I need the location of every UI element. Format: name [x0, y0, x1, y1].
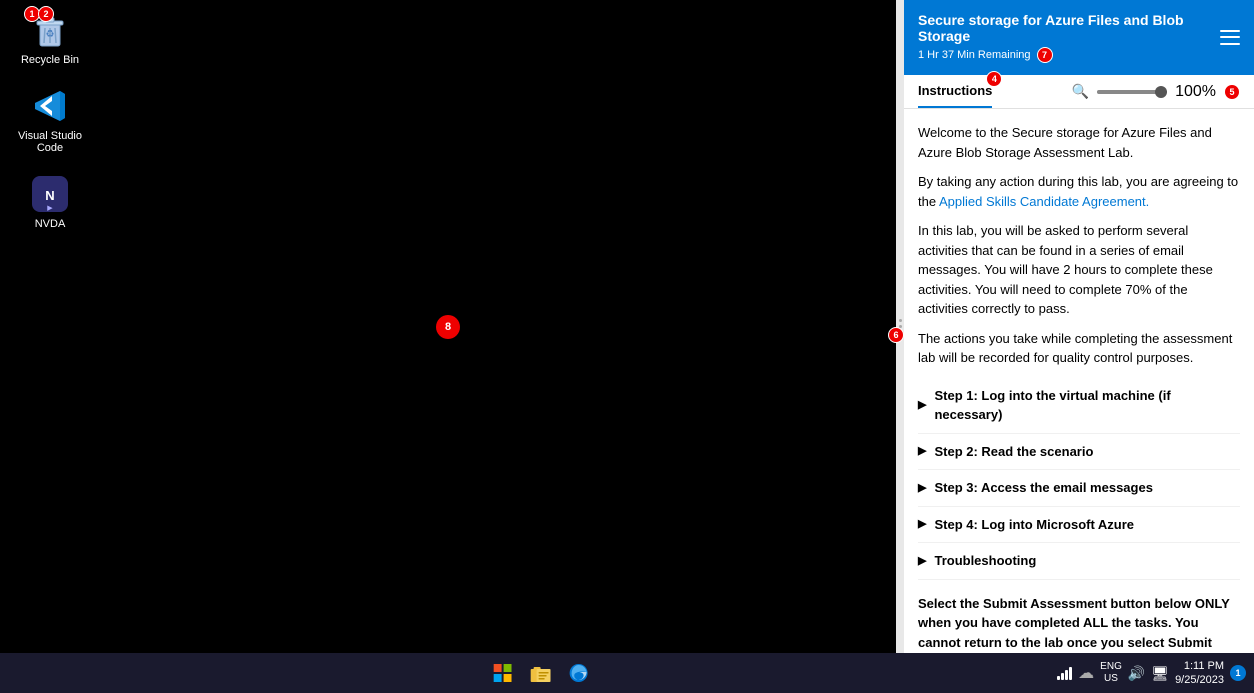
warning-text: Select the Submit Assessment button belo… — [918, 596, 1230, 654]
intro-paragraph: Welcome to the Secure storage for Azure … — [918, 123, 1240, 162]
tab-instructions[interactable]: Instructions 4 — [918, 75, 992, 108]
notification-badge[interactable]: 1 — [1230, 665, 1246, 681]
step-2[interactable]: ▶ Step 2: Read the scenario — [918, 434, 1240, 471]
agreement-link[interactable]: Applied Skills Candidate Agreement. — [939, 194, 1149, 209]
step-4-arrow: ▶ — [918, 516, 926, 533]
cloud-icon: ☁ — [1078, 663, 1094, 683]
troubleshooting-arrow: ▶ — [918, 553, 926, 570]
recycle-bin-icon[interactable]: 1 2 ♻ Recycle Bin — [10, 10, 90, 66]
resize-dot — [899, 319, 902, 322]
svg-text:♻: ♻ — [46, 29, 55, 40]
time-remaining: 1 Hr 37 Min Remaining — [918, 49, 1031, 61]
step-3[interactable]: ▶ Step 3: Access the email messages — [918, 470, 1240, 507]
troubleshooting-label: Troubleshooting — [934, 551, 1036, 571]
windows-start-button[interactable] — [487, 657, 519, 689]
taskbar-right: ☁ ENGUS 🔊 🖥 1:11 PM 9/25/2023 1 — [1057, 659, 1246, 688]
agreement-paragraph: By taking any action during this lab, yo… — [918, 172, 1240, 211]
zoom-slider[interactable] — [1097, 90, 1167, 94]
language-text: ENGUS — [1100, 661, 1122, 685]
speaker-icon[interactable]: 🔊 — [1128, 665, 1145, 682]
activities-paragraph: In this lab, you will be asked to perfor… — [918, 221, 1240, 319]
step-4-label: Step 4: Log into Microsoft Azure — [934, 515, 1134, 535]
taskbar: ☁ ENGUS 🔊 🖥 1:11 PM 9/25/2023 1 — [0, 653, 1254, 693]
badge-6: 6 — [888, 327, 904, 343]
display-icon[interactable]: 🖥 — [1151, 665, 1169, 682]
nvda-label: NVDA — [35, 218, 66, 230]
recycle-bin-label: Recycle Bin — [21, 54, 79, 66]
step-1-label: Step 1: Log into the virtual machine (if… — [934, 386, 1240, 425]
nvda-icon[interactable]: N ▶ NVDA — [10, 174, 90, 230]
current-time: 1:11 PM — [1184, 659, 1224, 673]
badge-8: 8 — [436, 315, 460, 339]
zoom-thumb[interactable] — [1155, 86, 1167, 98]
panel-tabs: Instructions 4 🔍 100% 5 — [904, 75, 1254, 109]
zoom-percent: 100% — [1175, 83, 1216, 101]
current-date: 9/25/2023 — [1175, 673, 1224, 687]
svg-text:N: N — [45, 188, 54, 203]
svg-text:▶: ▶ — [47, 205, 53, 212]
signal-bars-icon — [1057, 666, 1072, 680]
file-explorer-button[interactable] — [525, 657, 557, 689]
step-2-label: Step 2: Read the scenario — [934, 442, 1093, 462]
tab-instructions-label: Instructions — [918, 83, 992, 98]
step-1[interactable]: ▶ Step 1: Log into the virtual machine (… — [918, 378, 1240, 434]
badge-4: 4 — [986, 71, 1002, 87]
troubleshooting[interactable]: ▶ Troubleshooting — [918, 543, 1240, 580]
panel-content: Welcome to the Secure storage for Azure … — [904, 109, 1254, 653]
hamburger-menu-icon[interactable] — [1220, 28, 1240, 48]
step-4[interactable]: ▶ Step 4: Log into Microsoft Azure — [918, 507, 1240, 544]
recording-paragraph: The actions you take while completing th… — [918, 329, 1240, 368]
panel-title-area: Secure storage for Azure Files and Blob … — [918, 12, 1220, 63]
step-2-arrow: ▶ — [918, 443, 926, 460]
badge-7: 7 — [1037, 47, 1053, 63]
panel-resize-handle[interactable]: 6 — [896, 0, 904, 653]
panel-header: Secure storage for Azure Files and Blob … — [904, 0, 1254, 75]
time-display[interactable]: 1:11 PM 9/25/2023 — [1175, 659, 1224, 688]
instructions-panel: Secure storage for Azure Files and Blob … — [904, 0, 1254, 653]
vscode-label: Visual Studio Code — [10, 130, 90, 154]
language-indicator[interactable]: ENGUS — [1100, 661, 1122, 685]
tab-controls: 🔍 100% 5 — [1072, 83, 1240, 101]
zoom-control — [1097, 90, 1167, 94]
taskbar-center — [487, 657, 595, 689]
warning-paragraph: Select the Submit Assessment button belo… — [918, 594, 1240, 654]
badge-2: 2 — [38, 6, 54, 22]
vscode-icon[interactable]: Visual Studio Code — [10, 86, 90, 154]
step-3-label: Step 3: Access the email messages — [934, 478, 1152, 498]
edge-browser-button[interactable] — [563, 657, 595, 689]
steps-list: ▶ Step 1: Log into the virtual machine (… — [918, 378, 1240, 580]
step-3-arrow: ▶ — [918, 480, 926, 497]
step-1-arrow: ▶ — [918, 397, 926, 414]
search-icon[interactable]: 🔍 — [1072, 83, 1089, 100]
badge-5: 5 — [1224, 84, 1240, 100]
desktop: 1 2 ♻ Recycle Bin — [0, 0, 896, 653]
panel-subtitle: 1 Hr 37 Min Remaining 7 — [918, 47, 1220, 63]
panel-title: Secure storage for Azure Files and Blob … — [918, 12, 1220, 44]
